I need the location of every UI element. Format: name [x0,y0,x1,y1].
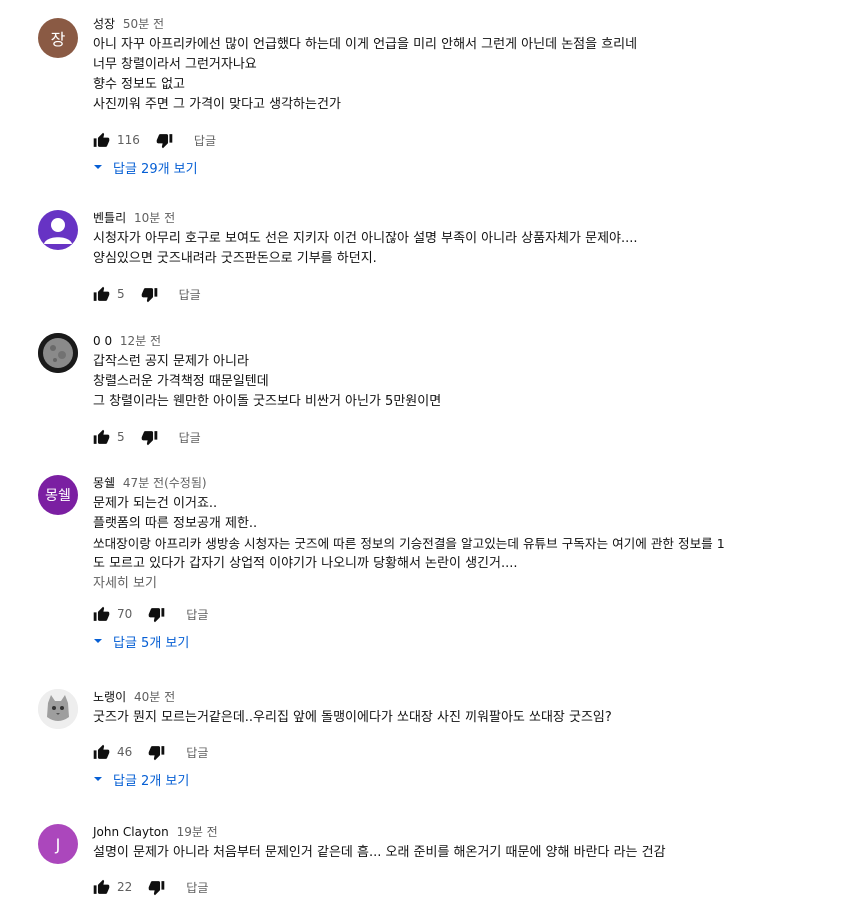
like-count: 22 [117,880,133,894]
comment-line: 사진끼워 주면 그 가격이 맞다고 생각하는건가 [93,97,341,112]
reply-button[interactable]: 답글 [186,879,208,896]
thumbs-down-icon[interactable] [148,606,165,623]
view-replies-button[interactable]: 답글 29개 보기 [93,156,840,178]
chevron-down-icon [93,636,103,646]
avatar-initial: 몽쉘 [45,488,71,504]
comment-toolbar: 46 답글 [93,740,840,764]
comment-author[interactable]: 성장 [93,17,115,31]
thumbs-up-icon[interactable] [93,286,110,303]
reply-button[interactable]: 답글 [179,429,201,446]
comment-line: 쏘대장이랑 아프리카 생방송 시청자는 굿즈에 따른 정보의 기승전결을 알고있… [93,536,725,551]
reply-button[interactable]: 답글 [179,286,201,303]
like-count: 116 [117,133,140,147]
thumbs-up-icon[interactable] [93,879,110,896]
thumbs-down-icon[interactable] [148,744,165,761]
avatar[interactable]: J [38,824,78,864]
comment-line: 문제가 되는건 이거죠.. [93,496,218,511]
view-replies-label: 답글 29개 보기 [113,161,198,177]
reply-button[interactable]: 답글 [186,606,208,623]
comment-line: 향수 정보도 없고 [93,77,185,92]
view-replies-label: 답글 5개 보기 [113,635,190,651]
comment-author[interactable]: 노랭이 [93,690,126,704]
comment-author[interactable]: John Clayton [93,825,169,839]
comment-text: 아니 자꾸 아프리카에선 많이 언급했다 하는데 이게 언급을 미리 안해서 그… [93,35,840,115]
comment-author[interactable]: 몽쉘 [93,476,115,490]
comment-line: 설명이 문제가 아니라 처음부터 문제인거 같은데 흠... 오래 준비를 해온… [93,845,666,860]
like-count: 70 [117,607,133,621]
comment-toolbar: 5 답글 [93,425,840,449]
moon-icon [38,333,78,373]
reply-button[interactable]: 답글 [194,132,216,149]
avatar[interactable] [38,689,78,729]
comment-line: 아니 자꾸 아프리카에선 많이 언급했다 하는데 이게 언급을 미리 안해서 그… [93,37,638,52]
comment-line: 그 창렬이라는 웬만한 아이돌 굿즈보다 비싼거 아닌가 5만원이면 [93,394,442,409]
comment-line: 갑작스런 공지 문제가 아니라 [93,354,249,369]
comment-line: 플랫폼의 따른 정보공개 제한.. [93,516,258,531]
comment-author[interactable]: 0 0 [93,334,112,348]
comment-time[interactable]: 10분 전 [134,211,175,225]
avatar[interactable] [38,333,78,373]
comment-time[interactable]: 12분 전 [120,334,161,348]
comment-time[interactable]: 47분 전(수정됨) [123,476,207,490]
read-more-link[interactable]: 자세히 보기 [93,574,840,594]
like-count: 5 [117,430,125,444]
avatar[interactable] [38,210,78,250]
thumbs-down-icon[interactable] [148,879,165,896]
view-replies-label: 답글 2개 보기 [113,773,190,789]
person-icon [44,218,72,244]
thumbs-up-icon[interactable] [93,132,110,149]
comment-text: 굿즈가 뭔지 모르는거같은데..우리집 앞에 돌맹이에다가 쏘대장 사진 끼워팔… [93,708,840,728]
thumbs-up-icon[interactable] [93,429,110,446]
comment-toolbar: 22 답글 [93,875,840,899]
comment-text: 문제가 되는건 이거죠.. 플랫폼의 따른 정보공개 제한.. 쏘대장이랑 아프… [93,494,840,574]
comment-toolbar: 5 답글 [93,282,840,306]
view-replies-button[interactable]: 답글 2개 보기 [93,768,840,790]
thumbs-up-icon[interactable] [93,606,110,623]
chevron-down-icon [93,162,103,172]
thumbs-down-icon[interactable] [141,429,158,446]
thumbs-down-icon[interactable] [141,286,158,303]
like-count: 5 [117,287,125,301]
comment-line: 시청자가 아무리 호구로 보여도 선은 지키자 이건 아니잖아 설명 부족이 아… [93,231,638,246]
comment-toolbar: 70 답글 [93,602,840,626]
comment-line: 도 모르고 있다가 갑자기 상업적 이야기가 나오니까 당황해서 논란이 생긴거… [93,556,518,571]
reply-button[interactable]: 답글 [186,744,208,761]
avatar-initial: 장 [50,30,66,49]
comment-text: 시청자가 아무리 호구로 보여도 선은 지키자 이건 아니잖아 설명 부족이 아… [93,229,840,269]
comment-text: 갑작스런 공지 문제가 아니라 창렬스러운 가격책정 때문일텐데 그 창렬이라는… [93,352,840,412]
comment-text: 설명이 문제가 아니라 처음부터 문제인거 같은데 흠... 오래 준비를 해온… [93,843,840,863]
comment-line: 양심있으면 굿즈내려라 굿즈판돈으로 기부를 하던지. [93,251,377,266]
comment-time[interactable]: 50분 전 [123,17,164,31]
thumbs-down-icon[interactable] [156,132,173,149]
chevron-down-icon [93,774,103,784]
avatar-initial: J [55,834,61,854]
thumbs-up-icon[interactable] [93,744,110,761]
avatar[interactable]: 몽쉘 [38,475,78,515]
comment-toolbar: 116 답글 [93,128,840,152]
comment-line: 창렬스러운 가격책정 때문일텐데 [93,374,269,389]
comment-time[interactable]: 19분 전 [177,825,218,839]
comment-line: 너무 창렬이라서 그런거자나요 [93,57,257,72]
comment-time[interactable]: 40분 전 [134,690,175,704]
comment-author[interactable]: 벤틀리 [93,211,126,225]
avatar[interactable]: 장 [38,18,78,58]
view-replies-button[interactable]: 답글 5개 보기 [93,630,840,652]
like-count: 46 [117,745,133,759]
cat-icon [38,689,78,729]
comment-line: 굿즈가 뭔지 모르는거같은데..우리집 앞에 돌맹이에다가 쏘대장 사진 끼워팔… [93,710,612,725]
